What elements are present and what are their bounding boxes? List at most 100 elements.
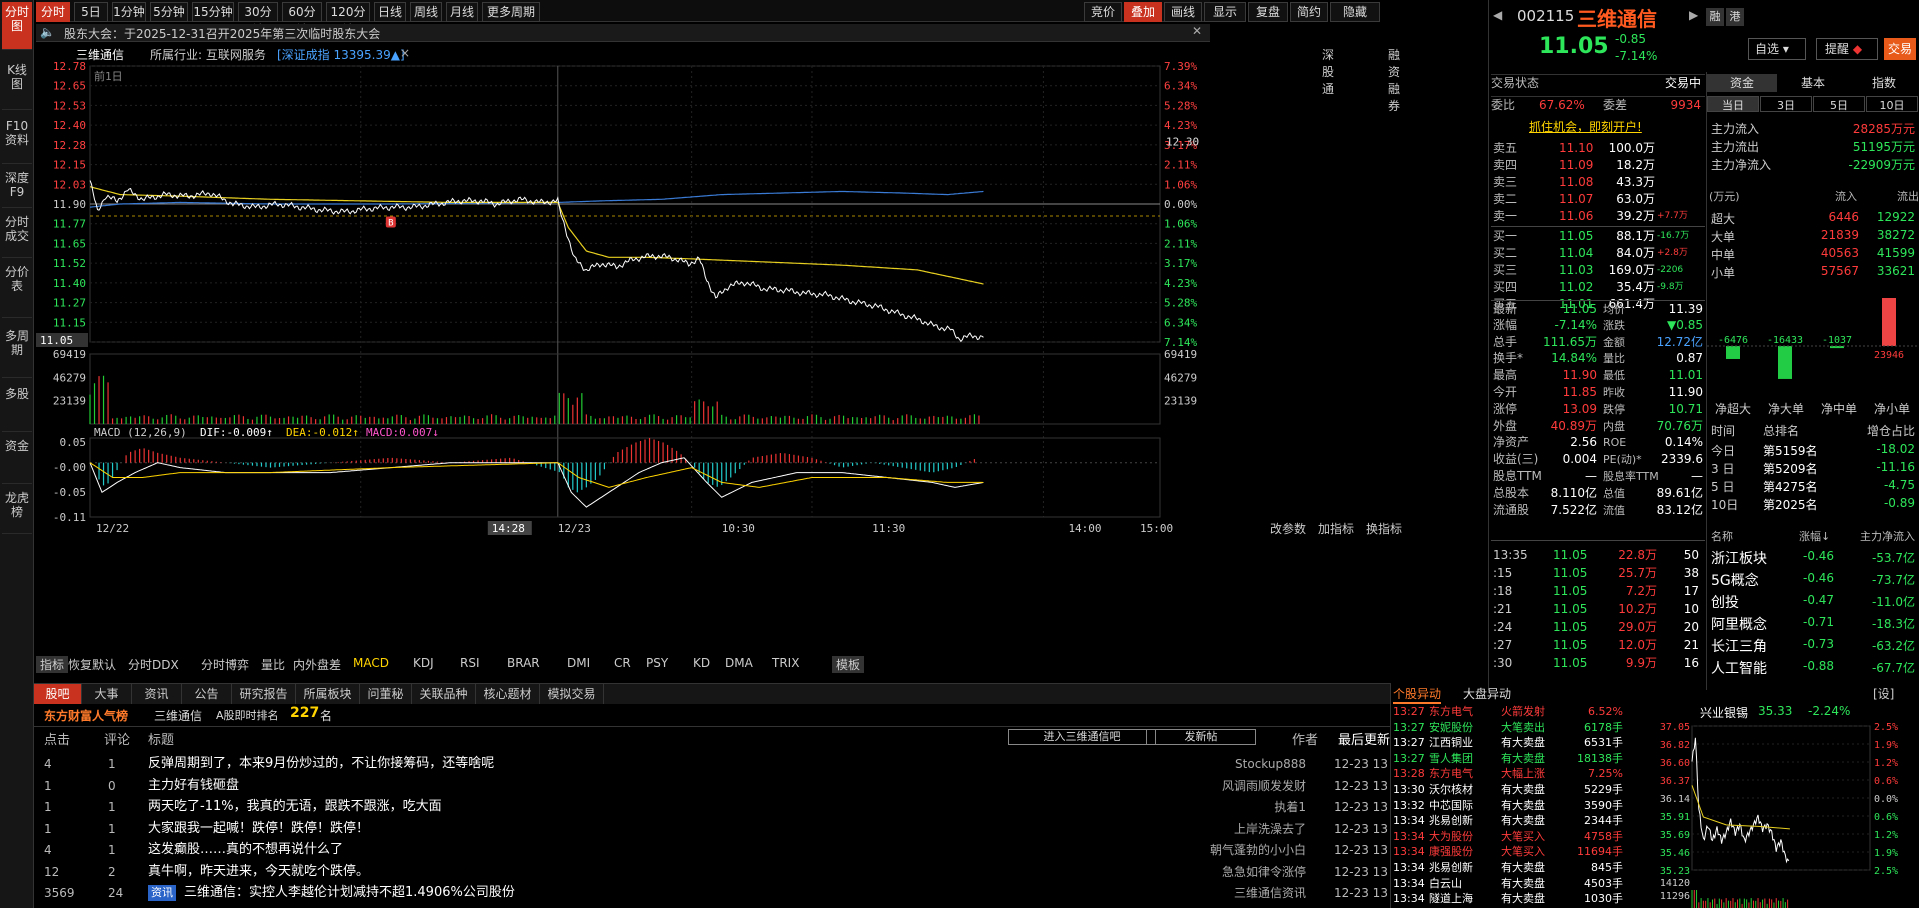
bottom-tab-7[interactable]: 关联品种 bbox=[412, 684, 476, 704]
indicator-tab-0[interactable]: 指标 bbox=[36, 656, 69, 673]
left-tab-0[interactable]: 分时图 bbox=[2, 2, 32, 50]
index-close-icon[interactable]: × bbox=[400, 46, 410, 60]
tool-button-5[interactable]: 简约 bbox=[1290, 2, 1328, 22]
forum-post-row[interactable]: 12 2 真牛啊，昨天进来，今天就吃个跌停。 急急如律令涨停 12-23 13 bbox=[34, 862, 1390, 882]
bid-row-3[interactable]: 买四 11.02 35.4万 -9.8万 bbox=[1491, 279, 1705, 296]
alert-tab-stock[interactable]: 个股异动 bbox=[1393, 685, 1442, 704]
left-tab-3[interactable]: 深度F9 bbox=[2, 168, 32, 208]
prev-stock-icon[interactable]: ◀ bbox=[1493, 8, 1502, 22]
post-title[interactable]: 反弹周期到了，本来9月份炒过的，不让你接筹码，还等啥呢 bbox=[148, 754, 494, 774]
indicator-tab-14[interactable]: DMA bbox=[725, 656, 753, 670]
period-tab-1[interactable]: 5日 bbox=[74, 2, 108, 22]
indicator-tab-7[interactable]: KDJ bbox=[413, 656, 434, 670]
sector-name[interactable]: 5G概念 bbox=[1711, 570, 1759, 590]
period-tab-4[interactable]: 15分钟 bbox=[192, 2, 234, 22]
indicator-tab-6[interactable]: MACD bbox=[353, 656, 389, 670]
left-tab-5[interactable]: 分价表 bbox=[2, 262, 32, 318]
bottom-tab-5[interactable]: 所属板块 bbox=[296, 684, 360, 704]
period-tab-0[interactable]: 分时 bbox=[36, 2, 70, 22]
sector-name[interactable]: 创投 bbox=[1711, 592, 1739, 612]
indicator-tab-5[interactable]: 内外盘差 bbox=[293, 656, 341, 673]
next-stock-icon[interactable]: ▶ bbox=[1689, 8, 1698, 22]
forum-post-row[interactable]: 3569 24 资讯 三维通信：实控人李越伦计划减持不超1.4906%公司股份 三维通信… bbox=[34, 883, 1390, 903]
watchlist-button[interactable]: 自选 ▾ bbox=[1748, 38, 1806, 60]
sector-name[interactable]: 阿里概念 bbox=[1711, 614, 1767, 634]
ask-row-3[interactable]: 卖二 11.07 63.0万 bbox=[1491, 191, 1705, 208]
tool-button-4[interactable]: 复盘 bbox=[1248, 2, 1288, 22]
indicator-tab-8[interactable]: RSI bbox=[460, 656, 480, 670]
alert-row[interactable]: 13:27 江西铜业 有大卖盘 6531手 bbox=[1393, 735, 1649, 750]
ask-row-2[interactable]: 卖三 11.08 43.3万 bbox=[1491, 174, 1705, 191]
post-author[interactable]: 急急如律令涨停 bbox=[1222, 862, 1306, 882]
post-author[interactable]: 风调雨顺发发财 bbox=[1222, 776, 1306, 796]
ask-row-0[interactable]: 卖五 11.10 100.0万 bbox=[1491, 140, 1705, 157]
alert-settings[interactable]: [设] bbox=[1873, 685, 1894, 702]
post-author[interactable]: 朝气蓬勃的小小白 bbox=[1210, 840, 1306, 860]
alert-row[interactable]: 13:27 安妮股份 大笔卖出 6178手 bbox=[1393, 720, 1649, 735]
alert-row[interactable]: 13:27 雪人集团 有大卖盘 18138手 bbox=[1393, 751, 1649, 766]
left-tab-4[interactable]: 分时成交 bbox=[2, 212, 32, 258]
bottom-tab-8[interactable]: 核心题材 bbox=[476, 684, 540, 704]
tool-button-6[interactable]: 隐藏 bbox=[1330, 2, 1380, 22]
enter-forum-button[interactable]: 进入三维通信吧 bbox=[1008, 729, 1156, 745]
alert-row[interactable]: 13:34 隧道上海 有大卖盘 1030手 bbox=[1393, 891, 1649, 906]
fund-tab-0[interactable]: 资金 bbox=[1707, 74, 1777, 92]
bottom-tab-2[interactable]: 资讯 bbox=[132, 684, 182, 704]
ticker-text[interactable]: 股东大会：于2025-12-31召开2025年第三次临时股东大会 bbox=[64, 25, 380, 42]
fund-tab-2[interactable]: 指数 bbox=[1849, 74, 1919, 92]
post-title[interactable]: 两天吃了-11%，我真的无语，跟跌不跟涨，吃大面 bbox=[148, 797, 442, 817]
post-title[interactable]: 这发癫股……真的不想再说什么了 bbox=[148, 840, 343, 860]
close-icon[interactable]: ✕ bbox=[1192, 24, 1202, 38]
alert-row[interactable]: 13:34 康强股份 大笔买入 11694手 bbox=[1393, 844, 1649, 859]
new-post-button[interactable]: 发新帖 bbox=[1146, 729, 1256, 745]
post-title[interactable]: 主力好有钱砸盘 bbox=[148, 776, 239, 796]
bottom-tab-6[interactable]: 问董秘 bbox=[360, 684, 412, 704]
period-tab-7[interactable]: 120分钟 bbox=[326, 2, 370, 37]
left-tab-7[interactable]: 多股 bbox=[2, 384, 32, 432]
alert-row[interactable]: 13:34 兆易创新 有大卖盘 2344手 bbox=[1393, 813, 1649, 828]
period-tab-11[interactable]: 更多周期 bbox=[482, 2, 540, 22]
tool-button-1[interactable]: 叠加 bbox=[1124, 2, 1162, 22]
sector-name[interactable]: 长江三角 bbox=[1711, 636, 1767, 656]
period-tab-5[interactable]: 30分钟 bbox=[238, 2, 278, 37]
left-tab-6[interactable]: 多周期 bbox=[2, 326, 32, 378]
edit-params-button[interactable]: 改参数 bbox=[1270, 520, 1306, 537]
fund-subtab-2[interactable]: 5日 bbox=[1813, 96, 1865, 112]
bottom-tab-1[interactable]: 大事 bbox=[82, 684, 132, 704]
industry-label[interactable]: 所属行业: 互联网服务 bbox=[150, 46, 266, 63]
period-tab-6[interactable]: 60分钟 bbox=[282, 2, 322, 37]
post-title[interactable]: 真牛啊，昨天进来，今天就吃个跌停。 bbox=[148, 862, 369, 882]
left-tab-9[interactable]: 龙虎榜 bbox=[2, 488, 32, 534]
indicator-tab-16[interactable]: 模板 bbox=[832, 656, 865, 673]
ask-row-1[interactable]: 卖四 11.09 18.2万 bbox=[1491, 157, 1705, 174]
fund-subtab-1[interactable]: 3日 bbox=[1760, 96, 1812, 112]
indicator-tab-1[interactable]: 恢复默认 bbox=[68, 656, 116, 673]
intraday-chart[interactable]: 12.78 7.39% 12.65 6.34% 12.53 5.28% 12.40 4.23%… bbox=[36, 62, 1212, 540]
sector-name[interactable]: 人工智能 bbox=[1711, 658, 1767, 678]
period-tab-9[interactable]: 周线 bbox=[410, 2, 442, 22]
alert-row[interactable]: 13:28 东方电气 大幅上涨 7.25% bbox=[1393, 766, 1649, 781]
period-tab-10[interactable]: 月线 bbox=[446, 2, 478, 22]
sector-name[interactable]: 浙江板块 bbox=[1711, 548, 1767, 568]
trade-button[interactable]: 交易 bbox=[1884, 38, 1916, 60]
indicator-tab-2[interactable]: 分时DDX bbox=[128, 656, 179, 673]
forum-post-row[interactable]: 1 0 主力好有钱砸盘 风调雨顺发发财 12-23 13 bbox=[34, 776, 1390, 796]
alert-row[interactable]: 13:34 白云山 有大卖盘 4503手 bbox=[1393, 876, 1649, 891]
bottom-tab-9[interactable]: 模拟交易 bbox=[540, 684, 604, 704]
alert-row[interactable]: 13:30 沃尔核材 有大卖盘 5229手 bbox=[1393, 782, 1649, 797]
indicator-tab-4[interactable]: 量比 bbox=[261, 656, 285, 673]
alert-row[interactable]: 13:27 东方电气 火箭发射 6.52% bbox=[1393, 704, 1649, 719]
forum-post-row[interactable]: 1 1 两天吃了-11%，我真的无语，跟跌不跟涨，吃大面 执着1 12-23 13 bbox=[34, 797, 1390, 817]
forum-post-row[interactable]: 1 1 大家跟我一起喊！跌停！跌停！跌停！ 上岸洗澡去了 12-23 13 bbox=[34, 819, 1390, 839]
bid-row-2[interactable]: 买三 11.03 169.0万 -2206 bbox=[1491, 262, 1705, 279]
left-tab-1[interactable]: K线图 bbox=[2, 60, 32, 110]
alert-row[interactable]: 13:32 中芯国际 有大卖盘 3590手 bbox=[1393, 798, 1649, 813]
alert-tab-market[interactable]: 大盘异动 bbox=[1463, 685, 1511, 702]
bid-row-0[interactable]: 买一 11.05 88.1万 -16.7万 bbox=[1491, 228, 1705, 245]
tool-button-3[interactable]: 显示 bbox=[1204, 2, 1246, 22]
indicator-tab-9[interactable]: BRAR bbox=[507, 656, 540, 670]
indicator-tab-10[interactable]: DMI bbox=[567, 656, 590, 670]
bottom-tab-3[interactable]: 公告 bbox=[182, 684, 232, 704]
alert-row[interactable]: 13:34 大为股份 大笔买入 4758手 bbox=[1393, 829, 1649, 844]
open-account-link[interactable]: 抓住机会，即刻开户! bbox=[1529, 118, 1642, 135]
